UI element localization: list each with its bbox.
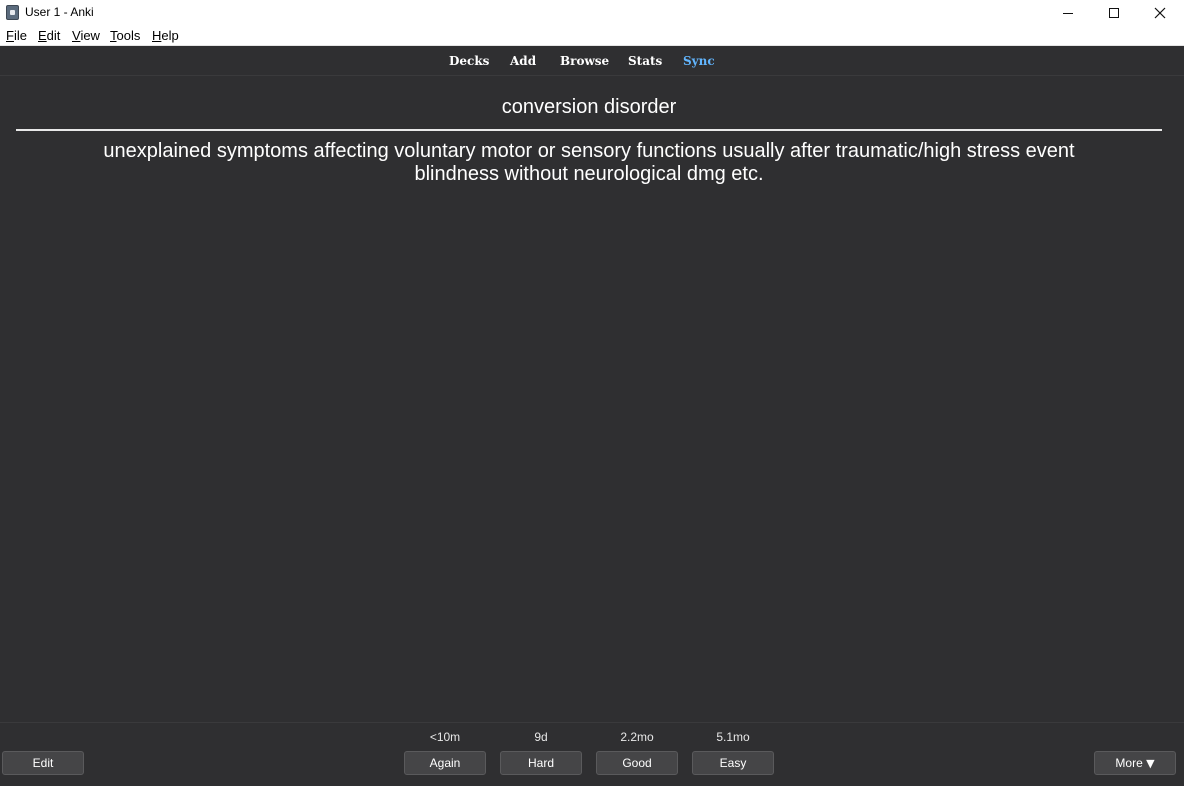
menu-file[interactable]: File (6, 28, 27, 44)
hard-button[interactable]: Hard (500, 751, 582, 775)
menu-view[interactable]: View (72, 28, 100, 44)
card-back-line: unexplained symptoms affecting voluntary… (103, 140, 1075, 162)
again-button[interactable]: Again (404, 751, 486, 775)
more-button[interactable]: More ▼ (1094, 751, 1176, 775)
bottom-bar: Edit <10m 9d 2.2mo 5.1mo Again Hard Good… (0, 722, 1184, 786)
more-label: More (1115, 756, 1143, 770)
interval-easy: 5.1mo (716, 730, 750, 744)
card-back-line: blindness without neurological dmg etc. (414, 163, 764, 185)
minimize-icon (1063, 12, 1073, 14)
triangle-down-icon: ▼ (1146, 757, 1155, 770)
toolbar-decks-link[interactable]: Decks (449, 54, 489, 68)
menu-tools[interactable]: Tools (110, 28, 140, 44)
toolbar-browse-link[interactable]: Browse (560, 54, 609, 68)
card-back-text: unexplained symptoms affecting voluntary… (0, 140, 1178, 186)
menu-help[interactable]: Help (152, 28, 179, 44)
card-front-text: conversion disorder (501, 96, 677, 118)
anki-main-window: User 1 - Anki File Edit View Tools Help … (0, 0, 1184, 786)
interval-hard: 9d (534, 730, 548, 744)
menu-bar: File Edit View Tools Help (0, 26, 1184, 46)
maximize-icon (1109, 8, 1119, 18)
card-review-area: conversion disorder unexplained symptoms… (0, 77, 1184, 722)
maximize-button[interactable] (1091, 0, 1137, 26)
minimize-button[interactable] (1045, 0, 1091, 26)
window-title: User 1 - Anki (25, 5, 94, 19)
menu-edit[interactable]: Edit (38, 28, 60, 44)
close-button[interactable] (1137, 0, 1183, 26)
edit-button[interactable]: Edit (2, 751, 84, 775)
easy-button[interactable]: Easy (692, 751, 774, 775)
close-icon (1154, 7, 1166, 19)
interval-again: <10m (429, 730, 461, 744)
answer-divider (16, 129, 1162, 131)
good-button[interactable]: Good (596, 751, 678, 775)
title-bar[interactable]: User 1 - Anki (0, 0, 1184, 26)
toolbar-stats-link[interactable]: Stats (628, 54, 662, 68)
anki-app-icon[interactable] (6, 5, 19, 20)
toolbar-add-link[interactable]: Add (510, 54, 536, 68)
top-toolbar: Decks Add Browse Stats Sync (0, 46, 1184, 76)
toolbar-sync-link[interactable]: Sync (683, 54, 715, 68)
interval-good: 2.2mo (620, 730, 654, 744)
